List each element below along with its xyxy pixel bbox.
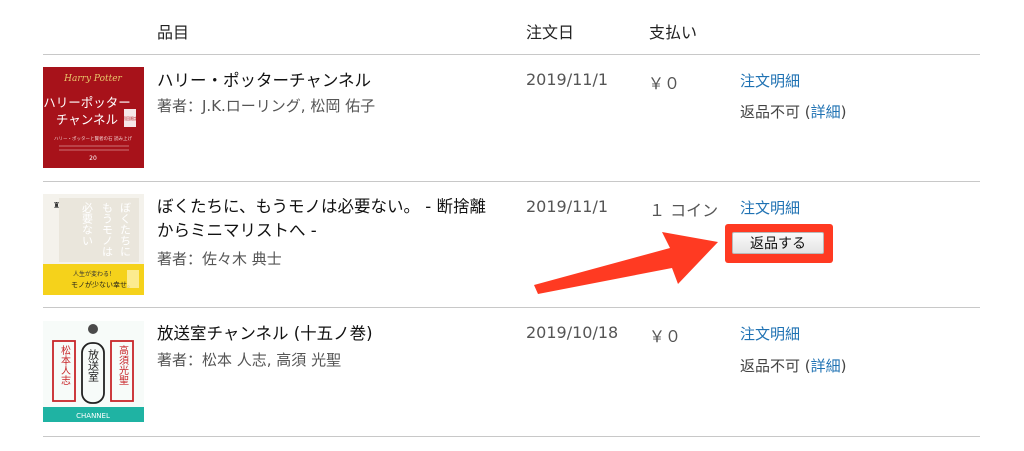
cover-left-name: 松本人志	[59, 344, 71, 385]
cover-footer: CHANNEL	[76, 412, 110, 420]
cover-center-title: 放送室	[87, 348, 100, 382]
book-cover-housoushitsu-channel[interactable]: 松本人志 放送室 高須光聖 CHANNEL	[43, 321, 144, 422]
order-date: 2019/10/18	[526, 323, 619, 342]
return-detail-link[interactable]: 詳細	[811, 357, 841, 375]
divider	[43, 436, 980, 437]
return-status-text: 返品不可	[740, 357, 801, 375]
cover-right-name: 高須光聖	[117, 344, 129, 385]
item-title[interactable]: 放送室チャンネル (十五ノ巻)	[157, 322, 517, 346]
payment-amount: ￥０	[649, 327, 682, 346]
return-status: 返品不可 (詳細)	[740, 355, 847, 376]
order-row: 松本人志 放送室 高須光聖 CHANNEL 放送室チャンネル (十五ノ巻) 著者…	[0, 308, 1024, 436]
paren-close: )	[840, 357, 847, 375]
item-author: 著者：松本 人志, 高須 光聖	[157, 351, 342, 369]
order-detail-link[interactable]: 注文明細	[740, 323, 800, 344]
